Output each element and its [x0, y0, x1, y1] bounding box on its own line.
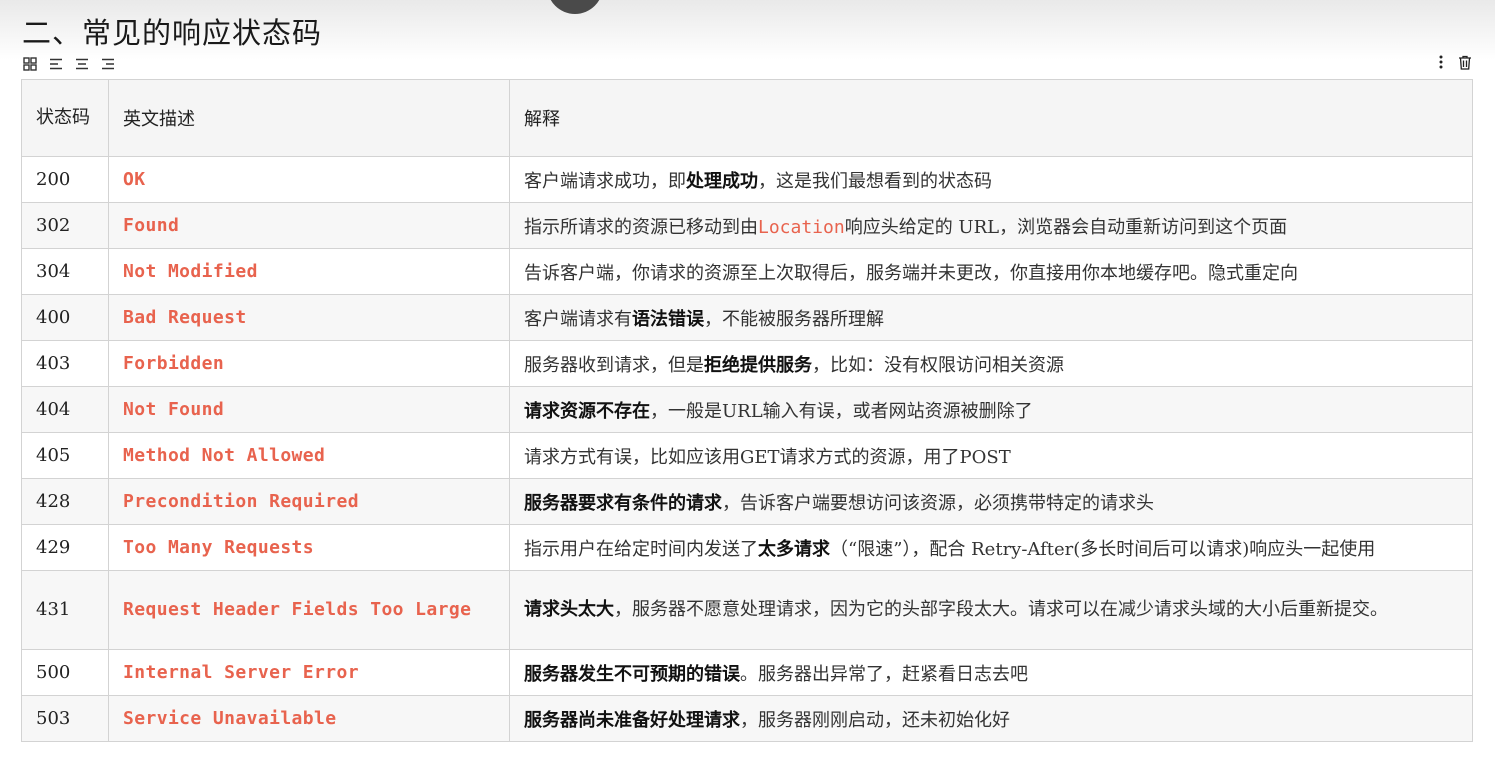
- status-code-cell: 405: [21, 432, 109, 479]
- header-english-description: 英文描述: [108, 79, 510, 157]
- english-description-cell: Bad Request: [108, 294, 510, 341]
- emphasis-text: 服务器尚未准备好处理请求: [524, 709, 740, 731]
- trash-icon[interactable]: [1457, 55, 1473, 70]
- explanation-cell: 客户端请求成功，即处理成功，这是我们最想看到的状态码: [509, 156, 1473, 203]
- explanation-text: 请求方式有误，比如应该用GET请求方式的资源，用了POST: [524, 446, 1011, 468]
- header-explanation: 解释: [509, 79, 1473, 157]
- emphasis-text: 处理成功: [686, 170, 758, 192]
- table-row: 503 Service Unavailable 服务器尚未准备好处理请求，服务器刚刚…: [21, 695, 1473, 742]
- explanation-cell: 服务器尚未准备好处理请求，服务器刚刚启动，还未初始化好: [509, 695, 1473, 742]
- table-row: 500 Internal Server Error 服务器发生不可预期的错误。服务器…: [21, 649, 1473, 696]
- explanation-text: 服务器收到请求，但是: [524, 354, 704, 376]
- header-status-code: 状态码: [21, 79, 109, 157]
- english-description-cell: OK: [108, 156, 510, 203]
- status-code-cell: 304: [21, 248, 109, 295]
- status-code-cell: 428: [21, 478, 109, 525]
- table-row: 403 Forbidden 服务器收到请求，但是拒绝提供服务，比如：没有权限访问相关…: [21, 340, 1473, 387]
- english-description-cell: Found: [108, 202, 510, 249]
- explanation-text: 指示所请求的资源已移动到由: [524, 216, 758, 238]
- explanation-text: ，一般是URL输入有误，或者网站资源被删除了: [650, 400, 1033, 422]
- explanation-cell: 请求头太大，服务器不愿意处理请求，因为它的头部字段太大。请求可以在减少请求头域的…: [509, 570, 1473, 650]
- explanation-cell: 指示所请求的资源已移动到由Location响应头给定的 URL，浏览器会自动重新…: [509, 202, 1473, 249]
- emphasis-text: 服务器要求有条件的请求: [524, 492, 722, 514]
- explanation-text: 指示用户在给定时间内发送了: [524, 538, 758, 560]
- emphasis-text: 服务器发生不可预期的错误: [524, 663, 740, 685]
- explanation-cell: 请求资源不存在，一般是URL输入有误，或者网站资源被删除了: [509, 386, 1473, 433]
- align-center-icon[interactable]: [74, 57, 90, 71]
- english-description-cell: Service Unavailable: [108, 695, 510, 742]
- table-row: 200 OK 客户端请求成功，即处理成功，这是我们最想看到的状态码: [21, 156, 1473, 203]
- table-row: 428 Precondition Required 服务器要求有条件的请求，告诉客户…: [21, 478, 1473, 525]
- grid-icon[interactable]: [22, 57, 38, 71]
- explanation-cell: 请求方式有误，比如应该用GET请求方式的资源，用了POST: [509, 432, 1473, 479]
- align-left-icon[interactable]: [48, 57, 64, 71]
- status-code-cell: 200: [21, 156, 109, 203]
- english-description-cell: Precondition Required: [108, 478, 510, 525]
- explanation-cell: 客户端请求有语法错误，不能被服务器所理解: [509, 294, 1473, 341]
- status-code-cell: 503: [21, 695, 109, 742]
- page-title: 二、常见的响应状态码: [22, 16, 323, 50]
- table-actions: [1433, 55, 1473, 70]
- english-description-cell: Internal Server Error: [108, 649, 510, 696]
- explanation-text: （“限速”），配合 Retry-After(多长时间后可以请求)响应头一起使用: [830, 538, 1376, 560]
- english-description-cell: Request Header Fields Too Large: [108, 570, 510, 650]
- table-row: 405 Method Not Allowed 请求方式有误，比如应该用GET请求方式…: [21, 432, 1473, 479]
- table-row: 429 Too Many Requests 指示用户在给定时间内发送了太多请求（“限…: [21, 524, 1473, 571]
- emphasis-text: 太多请求: [758, 538, 830, 560]
- table-row: 304 Not Modified 告诉客户端，你请求的资源至上次取得后，服务端并未更…: [21, 248, 1473, 295]
- status-code-cell: 403: [21, 340, 109, 387]
- table-header-row: 状态码 英文描述 解释: [21, 79, 1473, 157]
- english-description-cell: Too Many Requests: [108, 524, 510, 571]
- explanation-text: 客户端请求成功，即: [524, 170, 686, 192]
- explanation-text: ，不能被服务器所理解: [704, 308, 884, 330]
- inline-code: Location: [758, 216, 845, 238]
- table-toolbar: [22, 55, 116, 73]
- english-description-cell: Method Not Allowed: [108, 432, 510, 479]
- align-right-icon[interactable]: [100, 57, 116, 71]
- explanation-cell: 服务器发生不可预期的错误。服务器出异常了，赶紧看日志去吧: [509, 649, 1473, 696]
- explanation-text: ，服务器刚刚启动，还未初始化好: [740, 709, 1010, 731]
- explanation-cell: 服务器收到请求，但是拒绝提供服务，比如：没有权限访问相关资源: [509, 340, 1473, 387]
- explanation-text: ，比如：没有权限访问相关资源: [812, 354, 1064, 376]
- explanation-text: 告诉客户端，你请求的资源至上次取得后，服务端并未更改，你直接用你本地缓存吧。隐式…: [524, 262, 1298, 284]
- status-code-cell: 404: [21, 386, 109, 433]
- explanation-text: ，告诉客户端要想访问该资源，必须携带特定的请求头: [722, 492, 1154, 514]
- explanation-text: 。服务器出异常了，赶紧看日志去吧: [740, 663, 1028, 685]
- status-code-table: 状态码 英文描述 解释 200 OK 客户端请求成功，即处理成功，这是我们最想看到的…: [21, 79, 1473, 742]
- explanation-cell: 服务器要求有条件的请求，告诉客户端要想访问该资源，必须携带特定的请求头: [509, 478, 1473, 525]
- explanation-text: 客户端请求有: [524, 308, 632, 330]
- explanation-cell: 指示用户在给定时间内发送了太多请求（“限速”），配合 Retry-After(多…: [509, 524, 1473, 571]
- english-description-cell: Not Found: [108, 386, 510, 433]
- table-row: 431 Request Header Fields Too Large 请求头太大，…: [21, 570, 1473, 650]
- table-row: 404 Not Found 请求资源不存在，一般是URL输入有误，或者网站资源被删除…: [21, 386, 1473, 433]
- emphasis-text: 语法错误: [632, 308, 704, 330]
- table-row: 400 Bad Request 客户端请求有语法错误，不能被服务器所理解: [21, 294, 1473, 341]
- english-description-cell: Not Modified: [108, 248, 510, 295]
- more-vertical-icon[interactable]: [1433, 55, 1449, 69]
- explanation-cell: 告诉客户端，你请求的资源至上次取得后，服务端并未更改，你直接用你本地缓存吧。隐式…: [509, 248, 1473, 295]
- english-description-cell: Forbidden: [108, 340, 510, 387]
- emphasis-text: 请求资源不存在: [524, 400, 650, 422]
- emphasis-text: 拒绝提供服务: [704, 354, 812, 376]
- status-code-cell: 500: [21, 649, 109, 696]
- status-code-cell: 400: [21, 294, 109, 341]
- status-code-cell: 429: [21, 524, 109, 571]
- status-code-cell: 302: [21, 202, 109, 249]
- explanation-text: 响应头给定的 URL，浏览器会自动重新访问到这个页面: [844, 216, 1288, 238]
- explanation-text: ，这是我们最想看到的状态码: [758, 170, 992, 192]
- table-row: 302 Found 指示所请求的资源已移动到由Location响应头给定的 URL，…: [21, 202, 1473, 249]
- explanation-text: ，服务器不愿意处理请求，因为它的头部字段太大。请求可以在减少请求头域的大小后重新…: [614, 599, 1388, 620]
- status-code-cell: 431: [21, 570, 109, 650]
- emphasis-text: 请求头太大: [524, 599, 614, 620]
